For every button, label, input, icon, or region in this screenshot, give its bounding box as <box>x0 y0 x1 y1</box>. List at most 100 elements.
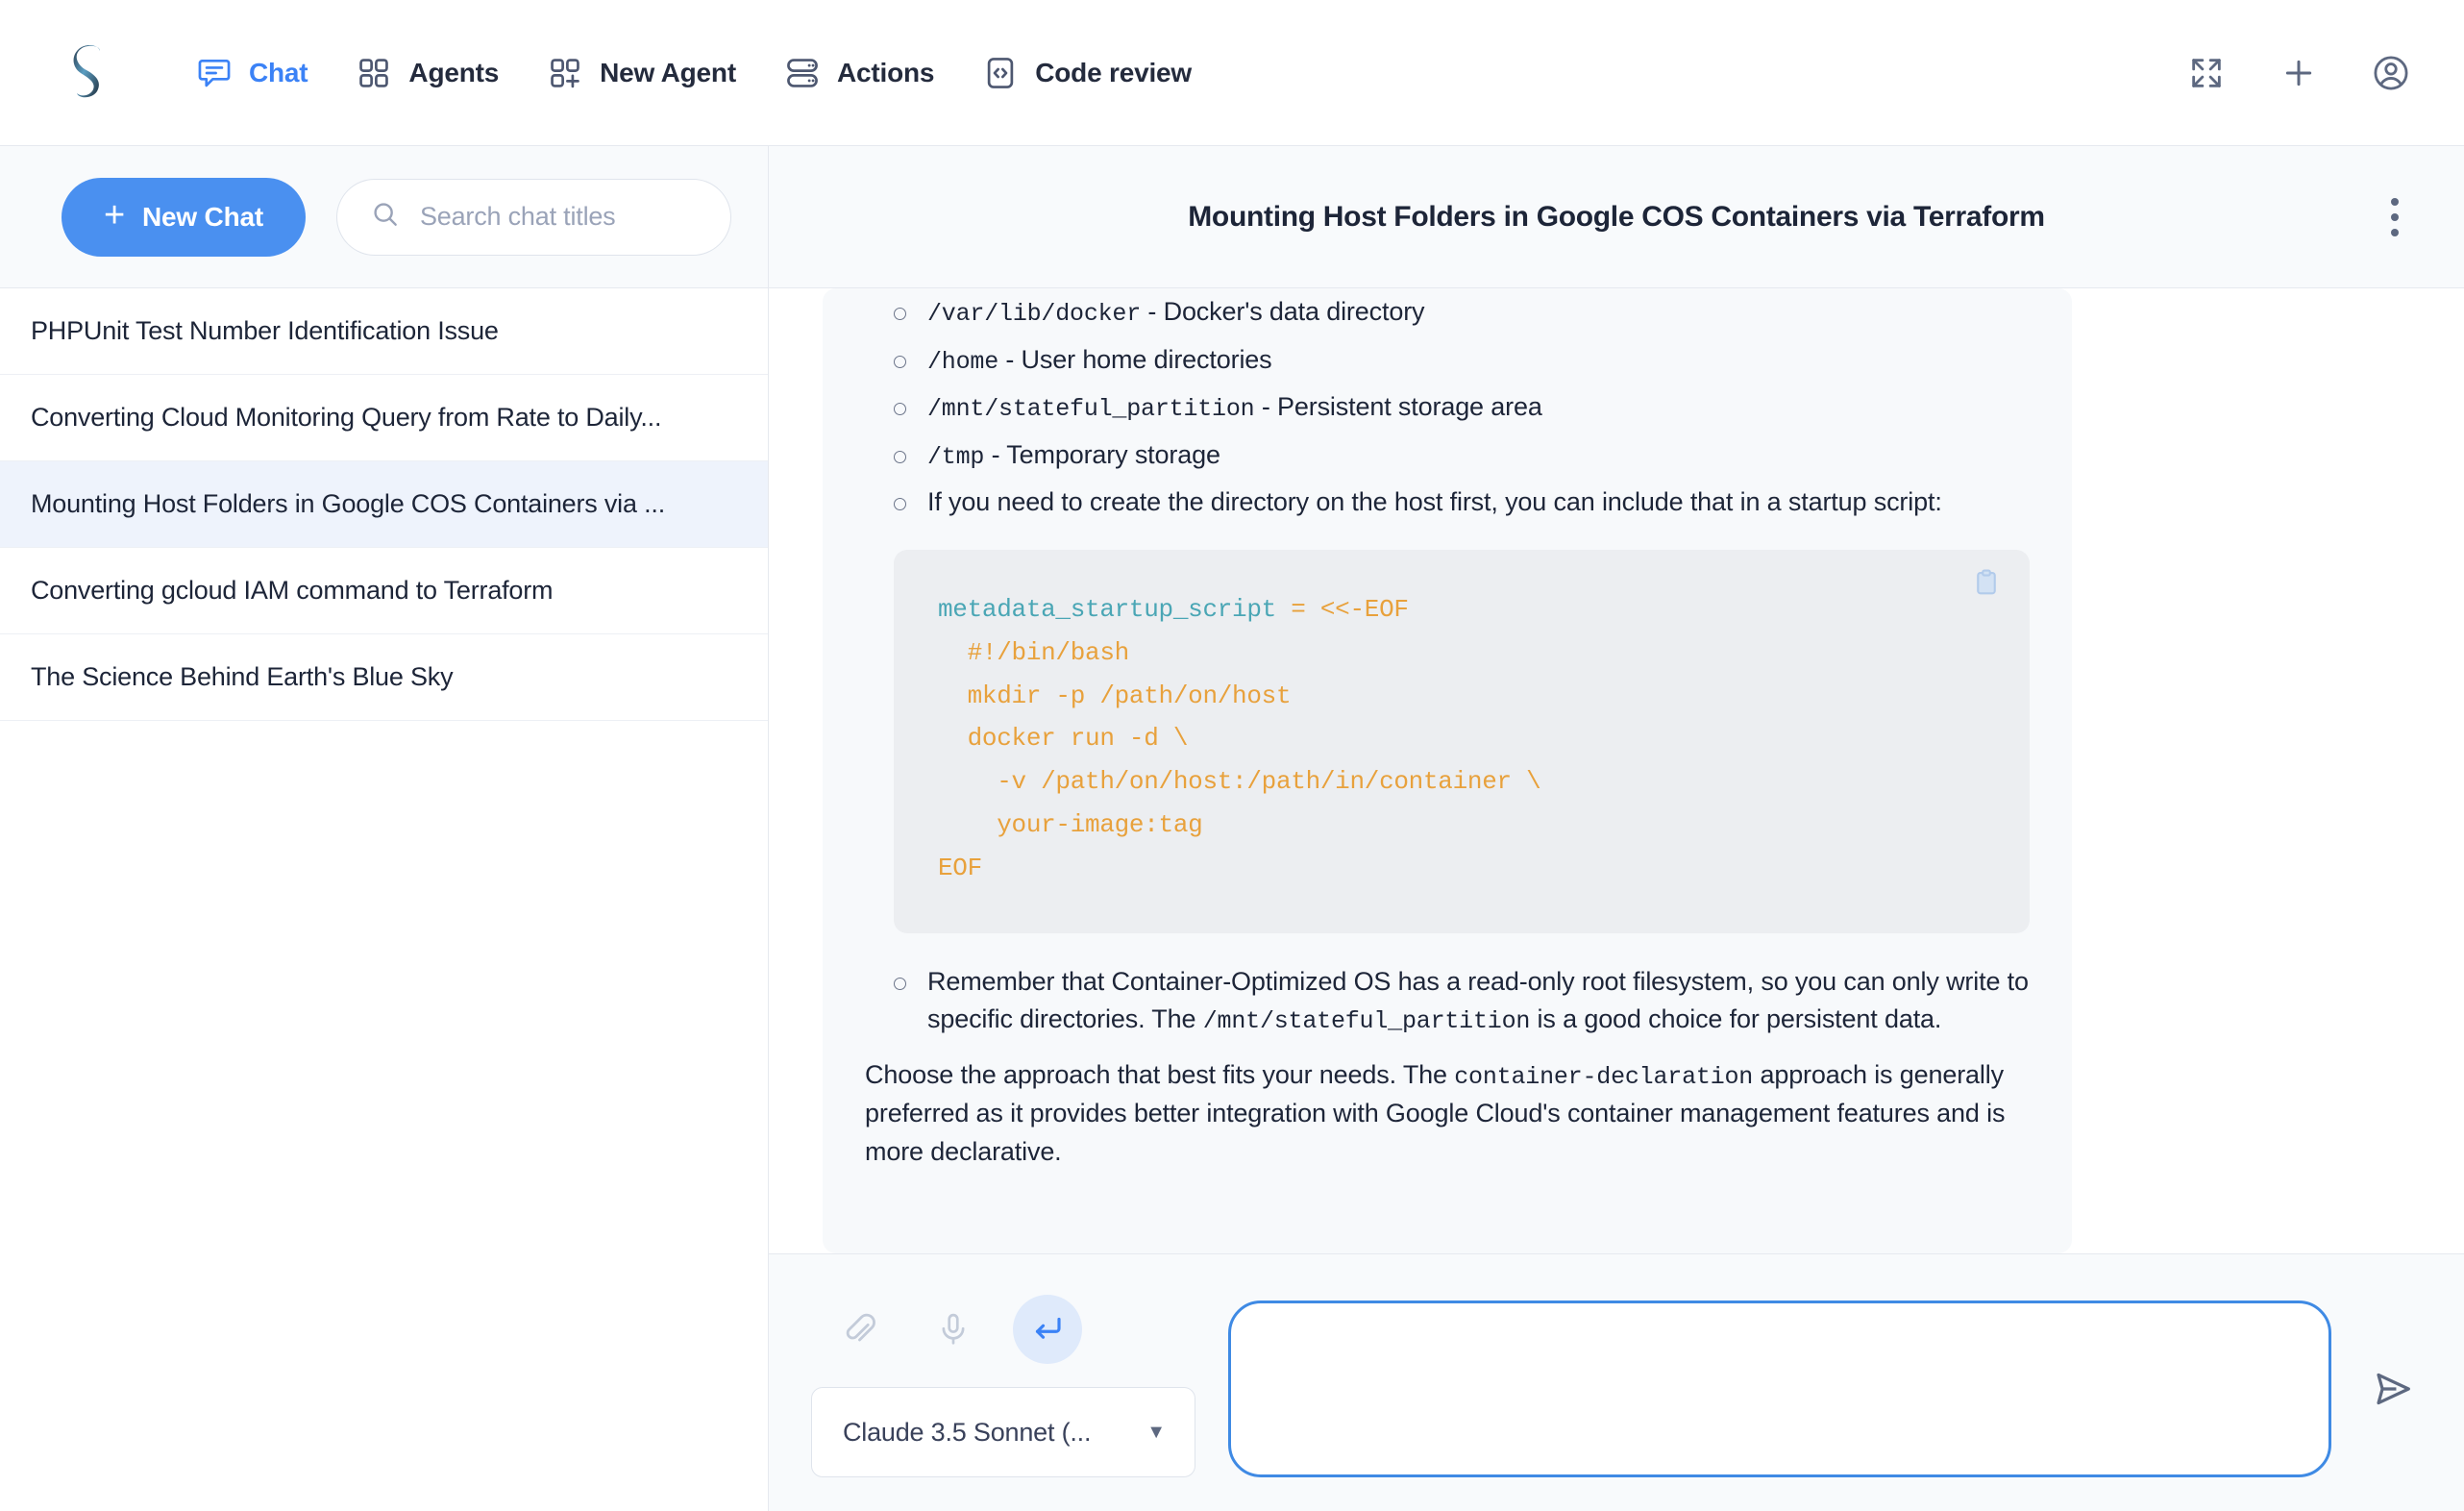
clipboard-copy-icon[interactable] <box>1972 567 2001 603</box>
list-item-text: /tmp - Temporary storage <box>927 436 2030 475</box>
kebab-dot <box>2391 228 2399 236</box>
composer-left-column: Claude 3.5 Sonnet (... ▼ <box>811 1283 1199 1477</box>
directory-list: /var/lib/docker - Docker's data director… <box>865 288 2030 525</box>
inline-code: container-declaration <box>1454 1063 1754 1092</box>
user-account-icon[interactable] <box>2370 52 2412 94</box>
grid-four-squares-icon <box>356 55 392 91</box>
expand-fullscreen-icon[interactable] <box>2185 52 2228 94</box>
readonly-note-text: Remember that Container-Optimized OS has… <box>927 963 2030 1038</box>
list-item-text: /var/lib/docker - Docker's data director… <box>927 293 2030 332</box>
new-chat-button[interactable]: + New Chat <box>62 177 306 257</box>
nav-item-new-agent[interactable]: New Agent <box>531 45 769 101</box>
readonly-note-part-b: is a good choice for persistent data. <box>1530 1003 1942 1033</box>
chat-list-item-title: Mounting Host Folders in Google COS Cont… <box>31 489 666 518</box>
list-item-text: /mnt/stateful_partition - Persistent sto… <box>927 388 2030 427</box>
chat-bubble-icon <box>196 55 233 91</box>
code-first-line-rest: = <<-EOF <box>1275 595 1409 625</box>
nav-item-agents[interactable]: Agents <box>340 45 531 101</box>
page-title: Mounting Host Folders in Google COS Cont… <box>1188 200 2045 233</box>
grid-plus-icon <box>547 55 583 91</box>
nav-items: Chat Agents New Agent Actions Code revie… <box>181 45 2185 101</box>
list-item: /tmp - Temporary storage <box>894 432 2030 480</box>
list-item-text: /home - User home directories <box>927 341 2030 380</box>
message-input[interactable] <box>1228 1300 2331 1477</box>
nav-item-code-review-label: Code review <box>1035 57 1193 87</box>
bullet-marker <box>894 978 906 991</box>
list-item-desc: - Docker's data directory <box>1141 297 1425 326</box>
assistant-message-bubble: /var/lib/docker - Docker's data director… <box>823 288 2072 1253</box>
list-item: /var/lib/docker - Docker's data director… <box>894 288 2030 336</box>
plus-icon[interactable] <box>2278 52 2320 94</box>
model-selector-label: Claude 3.5 Sonnet (... <box>843 1417 1092 1447</box>
nav-item-chat-label: Chat <box>249 57 308 87</box>
chat-list-item-title: Converting gcloud IAM command to Terrafo… <box>31 576 554 605</box>
chat-pane: Mounting Host Folders in Google COS Cont… <box>769 146 2464 1511</box>
message-composer: Claude 3.5 Sonnet (... ▼ <box>769 1253 2464 1511</box>
chat-header: Mounting Host Folders in Google COS Cont… <box>769 146 2464 288</box>
search-icon <box>370 199 401 235</box>
send-paper-plane-icon[interactable] <box>2364 1360 2422 1418</box>
nav-right-actions <box>2185 52 2412 94</box>
chat-list-item[interactable]: Converting Cloud Monitoring Query from R… <box>0 375 768 461</box>
list-item-desc: - User home directories <box>998 344 1272 374</box>
chat-list-item-selected[interactable]: Mounting Host Folders in Google COS Cont… <box>0 461 768 548</box>
chat-list-item[interactable]: Converting gcloud IAM command to Terrafo… <box>0 548 768 634</box>
list-item-startup-note: If you need to create the directory on t… <box>894 479 2030 525</box>
kebab-menu-icon[interactable] <box>2381 188 2408 246</box>
inline-code: /tmp <box>927 442 985 471</box>
chat-list-item[interactable]: The Science Behind Earth's Blue Sky <box>0 634 768 721</box>
nav-item-actions[interactable]: Actions <box>769 45 967 101</box>
list-item-desc: - Persistent storage area <box>1254 392 1542 421</box>
app-logo[interactable] <box>60 38 119 108</box>
message-scroll-area[interactable]: /var/lib/docker - Docker's data director… <box>769 288 2464 1253</box>
list-item: /home - User home directories <box>894 336 2030 384</box>
chat-list-item[interactable]: PHPUnit Test Number Identification Issue <box>0 288 768 375</box>
bullet-marker <box>894 450 906 463</box>
list-item: /mnt/stateful_partition - Persistent sto… <box>894 384 2030 432</box>
new-chat-label: New Chat <box>142 201 263 232</box>
microphone-icon[interactable] <box>919 1295 988 1364</box>
search-input[interactable] <box>419 202 705 232</box>
inline-code: /mnt/stateful_partition <box>1202 1006 1531 1035</box>
attach-paperclip-icon[interactable] <box>825 1295 894 1364</box>
code-identifier: metadata_startup_script <box>938 595 1276 625</box>
code-text: metadata_startup_script = <<-EOF #!/bin/… <box>938 588 1985 889</box>
list-item-desc: - Temporary storage <box>984 439 1220 469</box>
nav-item-chat[interactable]: Chat <box>181 45 340 101</box>
bullet-marker <box>894 308 906 320</box>
top-navigation-bar: Chat Agents New Agent Actions Code revie… <box>0 0 2464 146</box>
bullet-marker <box>894 498 906 510</box>
closing-part-a: Choose the approach that best fits your … <box>865 1060 1455 1090</box>
nav-item-actions-label: Actions <box>836 57 935 87</box>
chat-list-item-title: The Science Behind Earth's Blue Sky <box>31 662 454 691</box>
enter-return-icon[interactable] <box>1013 1295 1082 1364</box>
code-block: metadata_startup_script = <<-EOF #!/bin/… <box>894 550 2030 934</box>
chat-list-item-title: PHPUnit Test Number Identification Issue <box>31 316 499 345</box>
nav-item-code-review[interactable]: Code review <box>967 45 1224 101</box>
nav-item-agents-label: Agents <box>408 57 500 87</box>
bullet-marker <box>894 355 906 368</box>
sidebar-toolbar: + New Chat <box>0 146 768 288</box>
inline-code: /mnt/stateful_partition <box>927 395 1255 423</box>
nav-item-new-agent-label: New Agent <box>600 57 736 87</box>
chat-list-item-title: Converting Cloud Monitoring Query from R… <box>31 403 662 432</box>
kebab-dot <box>2391 212 2399 221</box>
main-region: + New Chat PHPUnit Test Number Identific… <box>0 146 2464 1511</box>
chat-sidebar: + New Chat PHPUnit Test Number Identific… <box>0 146 769 1511</box>
closing-paragraph: Choose the approach that best fits your … <box>865 1056 2030 1171</box>
composer-input-wrap <box>1228 1283 2422 1477</box>
composer-tools <box>811 1283 1199 1375</box>
readonly-note-list: Remember that Container-Optimized OS has… <box>865 958 2030 1043</box>
list-item: Remember that Container-Optimized OS has… <box>894 958 2030 1043</box>
chat-history-list: PHPUnit Test Number Identification Issue… <box>0 288 768 1511</box>
model-selector-dropdown[interactable]: Claude 3.5 Sonnet (... ▼ <box>811 1387 1195 1477</box>
new-chat-plus-icon: + <box>104 195 125 235</box>
code-brackets-icon <box>982 55 1019 91</box>
startup-note-text: If you need to create the directory on t… <box>927 487 1942 516</box>
bullet-marker <box>894 403 906 415</box>
code-body: #!/bin/bash mkdir -p /path/on/host docke… <box>938 638 1541 882</box>
search-chat-box[interactable] <box>335 178 731 256</box>
inline-code: /home <box>927 347 999 376</box>
server-stack-icon <box>784 55 821 91</box>
chevron-down-icon: ▼ <box>1146 1421 1166 1443</box>
